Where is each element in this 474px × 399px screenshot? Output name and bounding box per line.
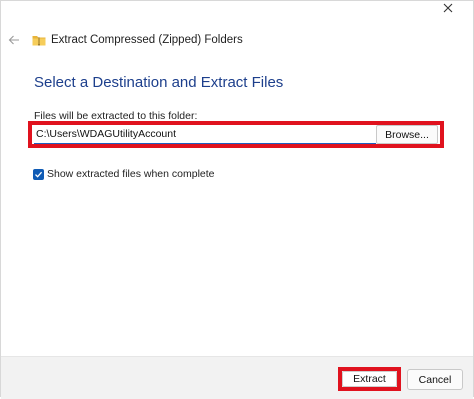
extract-dialog: Extract Compressed (Zipped) Folders Sele… — [0, 0, 474, 399]
dialog-title: Extract Compressed (Zipped) Folders — [51, 34, 243, 46]
back-arrow-icon — [8, 35, 19, 45]
page-heading: Select a Destination and Extract Files — [34, 74, 284, 91]
show-extracted-files-checkbox[interactable] — [33, 168, 44, 180]
show-extracted-files-label: Show extracted files when complete — [47, 168, 215, 180]
checkmark-icon — [35, 171, 43, 178]
close-icon — [443, 3, 453, 13]
back-button[interactable] — [6, 32, 22, 48]
cancel-button[interactable]: Cancel — [407, 369, 463, 390]
zipped-folder-icon — [32, 36, 46, 46]
dialog-header: Extract Compressed (Zipped) Folders — [1, 29, 473, 53]
dialog-footer — [1, 356, 473, 399]
extract-button[interactable]: Extract — [342, 371, 397, 387]
close-button[interactable] — [437, 1, 459, 15]
show-extracted-files-option[interactable]: Show extracted files when complete — [33, 167, 215, 181]
browse-button[interactable]: Browse... — [376, 125, 438, 144]
destination-path-input[interactable] — [34, 125, 376, 144]
